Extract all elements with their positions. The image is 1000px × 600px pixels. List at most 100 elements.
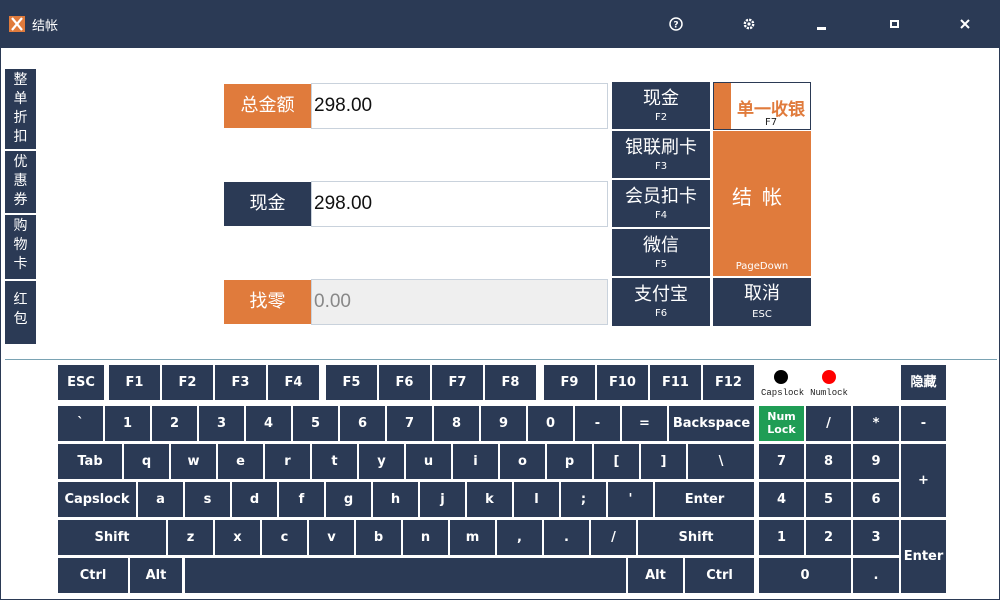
key-k[interactable]: k xyxy=(467,482,512,517)
key-num-8[interactable]: 8 xyxy=(806,444,851,479)
key-9[interactable]: 9 xyxy=(481,406,526,441)
pay-unionpay-button[interactable]: 银联刷卡 F3 xyxy=(612,131,710,178)
key-u[interactable]: u xyxy=(406,444,451,479)
key-z[interactable]: z xyxy=(168,520,213,555)
key-x[interactable]: x xyxy=(215,520,260,555)
key-8[interactable]: 8 xyxy=(434,406,479,441)
key-h[interactable]: h xyxy=(373,482,418,517)
key-numlock[interactable]: Num Lock xyxy=(759,406,804,441)
key-num-6[interactable]: 6 xyxy=(853,482,899,517)
key-comma[interactable]: , xyxy=(497,520,542,555)
key-1[interactable]: 1 xyxy=(105,406,150,441)
key-esc[interactable]: ESC xyxy=(58,365,104,400)
key-ctrl-left[interactable]: Ctrl xyxy=(58,558,128,593)
key-ctrl-right[interactable]: Ctrl xyxy=(685,558,754,593)
key-e[interactable]: e xyxy=(218,444,263,479)
key-alt-right[interactable]: Alt xyxy=(628,558,683,593)
key-t[interactable]: t xyxy=(312,444,357,479)
key-num-minus[interactable]: - xyxy=(901,406,946,441)
key-2[interactable]: 2 xyxy=(152,406,197,441)
key-num-dot[interactable]: . xyxy=(853,558,899,593)
key-f11[interactable]: F11 xyxy=(650,365,701,400)
pay-alipay-button[interactable]: 支付宝 F6 xyxy=(612,278,710,326)
key-5[interactable]: 5 xyxy=(293,406,338,441)
cash-amount-field[interactable]: 298.00 xyxy=(311,181,608,227)
key-shift-left[interactable]: Shift xyxy=(58,520,166,555)
key-l[interactable]: l xyxy=(514,482,559,517)
key-shift-right[interactable]: Shift xyxy=(638,520,754,555)
key-f10[interactable]: F10 xyxy=(597,365,648,400)
key-lbracket[interactable]: [ xyxy=(594,444,639,479)
key-backtick[interactable]: ` xyxy=(58,406,103,441)
key-f6[interactable]: F6 xyxy=(379,365,430,400)
key-f12[interactable]: F12 xyxy=(703,365,754,400)
key-rbracket[interactable]: ] xyxy=(641,444,686,479)
key-space[interactable] xyxy=(185,558,626,593)
key-num-3[interactable]: 3 xyxy=(853,520,899,555)
key-r[interactable]: r xyxy=(265,444,310,479)
key-s[interactable]: s xyxy=(185,482,230,517)
key-c[interactable]: c xyxy=(262,520,307,555)
key-f7[interactable]: F7 xyxy=(432,365,483,400)
key-7[interactable]: 7 xyxy=(387,406,432,441)
key-quote[interactable]: ' xyxy=(608,482,653,517)
key-q[interactable]: q xyxy=(124,444,169,479)
key-period[interactable]: . xyxy=(544,520,589,555)
key-enter[interactable]: Enter xyxy=(655,482,754,517)
key-o[interactable]: o xyxy=(500,444,545,479)
key-f5[interactable]: F5 xyxy=(326,365,377,400)
key-minus[interactable]: - xyxy=(575,406,620,441)
key-capslock[interactable]: Capslock xyxy=(58,482,136,517)
key-j[interactable]: j xyxy=(420,482,465,517)
key-num-enter[interactable]: Enter xyxy=(901,520,946,593)
key-y[interactable]: y xyxy=(359,444,404,479)
key-4[interactable]: 4 xyxy=(246,406,291,441)
minimize-icon[interactable] xyxy=(803,9,839,39)
key-num-1[interactable]: 1 xyxy=(759,520,804,555)
sidebar-item-coupon[interactable]: 优惠券 xyxy=(5,151,36,213)
key-semicolon[interactable]: ; xyxy=(561,482,606,517)
checkout-button[interactable]: 结帐 PageDown xyxy=(713,131,811,276)
key-f2[interactable]: F2 xyxy=(162,365,213,400)
key-d[interactable]: d xyxy=(232,482,277,517)
key-m[interactable]: m xyxy=(450,520,495,555)
pay-cash-button[interactable]: 现金 F2 xyxy=(612,82,710,129)
key-0[interactable]: 0 xyxy=(528,406,573,441)
key-alt-left[interactable]: Alt xyxy=(130,558,182,593)
key-v[interactable]: v xyxy=(309,520,354,555)
key-num-9[interactable]: 9 xyxy=(853,444,899,479)
close-icon[interactable] xyxy=(947,9,983,39)
sidebar-item-red-packet[interactable]: 红包 xyxy=(5,281,36,344)
key-slash[interactable]: / xyxy=(591,520,636,555)
sidebar-item-shopping-card[interactable]: 购物卡 xyxy=(5,215,36,279)
cancel-button[interactable]: 取消 ESC xyxy=(713,278,811,326)
total-amount-field[interactable]: 298.00 xyxy=(311,83,608,129)
key-f3[interactable]: F3 xyxy=(215,365,266,400)
key-num-7[interactable]: 7 xyxy=(759,444,804,479)
key-n[interactable]: n xyxy=(403,520,448,555)
key-g[interactable]: g xyxy=(326,482,371,517)
help-icon[interactable]: ? xyxy=(658,9,694,39)
key-num-5[interactable]: 5 xyxy=(806,482,851,517)
key-i[interactable]: i xyxy=(453,444,498,479)
key-f9[interactable]: F9 xyxy=(544,365,595,400)
key-f4[interactable]: F4 xyxy=(268,365,319,400)
pay-wechat-button[interactable]: 微信 F5 xyxy=(612,229,710,276)
settings-gear-icon[interactable] xyxy=(731,9,767,39)
key-num-divide[interactable]: / xyxy=(806,406,851,441)
key-b[interactable]: b xyxy=(356,520,401,555)
key-f1[interactable]: F1 xyxy=(109,365,160,400)
single-payment-toggle[interactable]: 单一收银 F7 xyxy=(713,82,811,130)
key-equals[interactable]: = xyxy=(622,406,667,441)
sidebar-item-order-discount[interactable]: 整单折扣 xyxy=(5,69,36,149)
key-hide-keyboard[interactable]: 隐藏 xyxy=(901,365,946,400)
key-a[interactable]: a xyxy=(138,482,183,517)
key-num-plus[interactable]: + xyxy=(901,444,946,517)
key-num-4[interactable]: 4 xyxy=(759,482,804,517)
key-tab[interactable]: Tab xyxy=(58,444,122,479)
maximize-icon[interactable] xyxy=(876,9,912,39)
key-3[interactable]: 3 xyxy=(199,406,244,441)
key-6[interactable]: 6 xyxy=(340,406,385,441)
key-f[interactable]: f xyxy=(279,482,324,517)
key-num-0[interactable]: 0 xyxy=(759,558,851,593)
